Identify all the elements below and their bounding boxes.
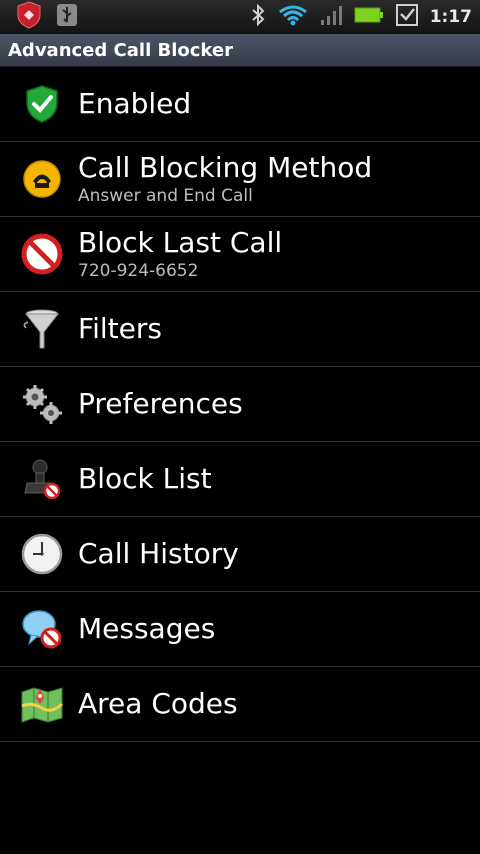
menu-item-label: Call History [78, 537, 239, 570]
menu-item-label: Call Blocking Method [78, 151, 373, 184]
menu-item-label: Block List [78, 462, 212, 495]
menu-item-label: Block Last Call [78, 226, 283, 259]
menu-item-block-last-call[interactable]: Block Last Call 720-924-6652 [0, 217, 480, 292]
status-time: 1:17 [429, 7, 472, 27]
menu-item-label: Enabled [78, 87, 192, 120]
menu-item-enabled[interactable]: Enabled [0, 67, 480, 142]
menu-item-call-history[interactable]: Call History [0, 517, 480, 592]
phone-icon [20, 157, 64, 201]
menu-item-block-list[interactable]: Block List [0, 442, 480, 517]
checkbox-notification-icon [395, 4, 418, 30]
battery-icon [354, 6, 384, 28]
menu-item-filters[interactable]: Filters [0, 292, 480, 367]
clock-icon [20, 532, 64, 576]
map-icon [20, 682, 64, 726]
funnel-icon [20, 307, 64, 351]
menu-item-label: Messages [78, 612, 216, 645]
menu-item-subtitle: Answer and End Call [78, 186, 253, 206]
shield-app-icon [16, 1, 42, 33]
app-title: Advanced Call Blocker [8, 39, 233, 61]
wifi-icon [278, 4, 308, 30]
menu-item-call-blocking-method[interactable]: Call Blocking Method Answer and End Call [0, 142, 480, 217]
menu-item-area-codes[interactable]: Area Codes [0, 667, 480, 742]
shield-check-icon [20, 82, 64, 126]
stamp-icon [20, 457, 64, 501]
status-bar: 1:17 [0, 0, 480, 34]
no-entry-icon [20, 232, 64, 276]
signal-icon [320, 4, 342, 30]
menu-item-label: Area Codes [78, 687, 238, 720]
menu-item-preferences[interactable]: Preferences [0, 367, 480, 442]
menu-list: Enabled Call Blocking Method Answer and … [0, 67, 480, 742]
bluetooth-icon [250, 3, 266, 31]
usb-icon [56, 3, 78, 31]
menu-item-label: Preferences [78, 387, 243, 420]
gears-icon [20, 382, 64, 426]
menu-item-messages[interactable]: Messages [0, 592, 480, 667]
menu-item-label: Filters [78, 312, 162, 345]
app-title-bar: Advanced Call Blocker [0, 34, 480, 67]
menu-item-subtitle: 720-924-6652 [78, 261, 199, 281]
message-block-icon [20, 607, 64, 651]
